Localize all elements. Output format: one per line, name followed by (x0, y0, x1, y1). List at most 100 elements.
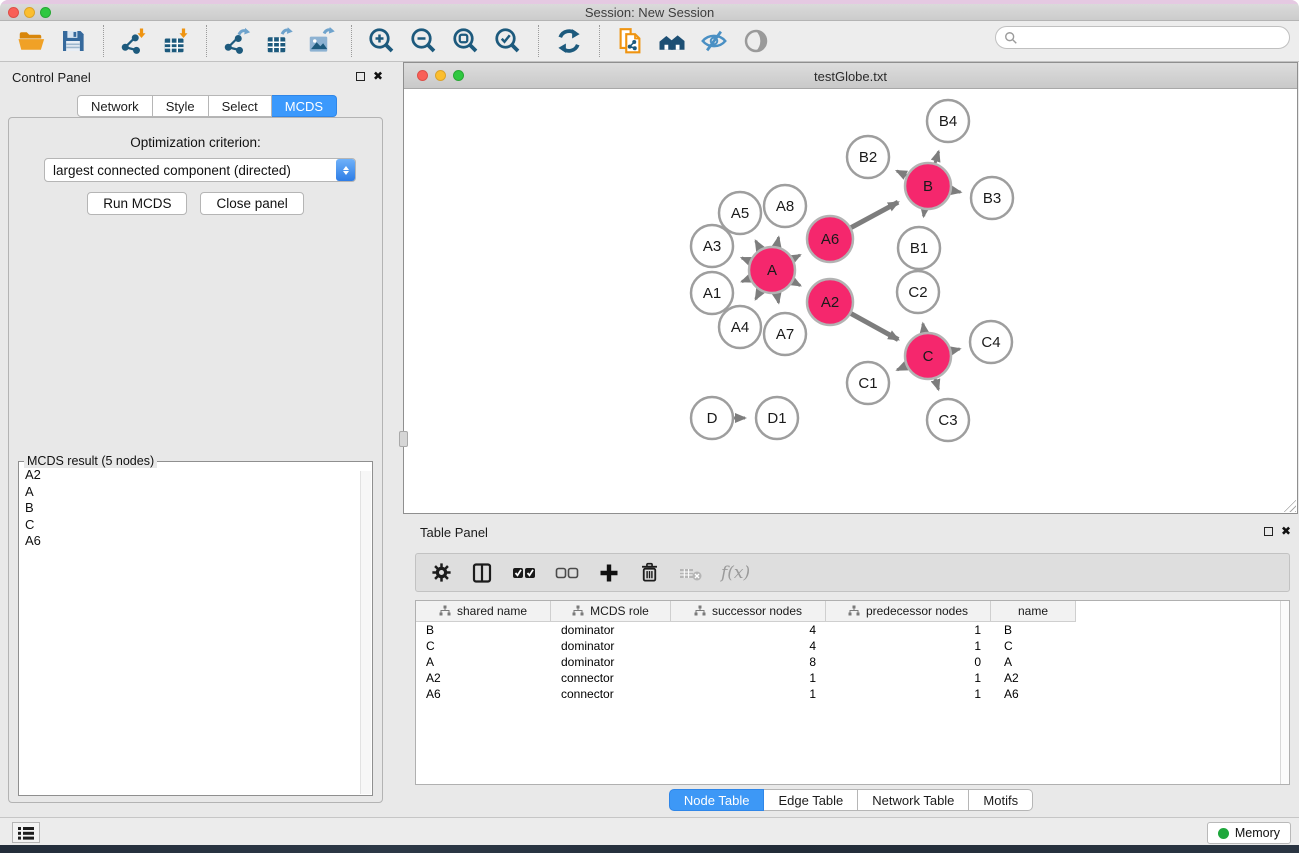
cell-predecessor-nodes[interactable]: 0 (826, 655, 991, 669)
graph-edge-C-C2[interactable] (923, 324, 924, 333)
cell-predecessor-nodes[interactable]: 1 (826, 639, 991, 653)
cell-predecessor-nodes[interactable]: 1 (826, 623, 991, 637)
tab-network-table[interactable]: Network Table (858, 789, 969, 811)
cell-mcds-role[interactable]: connector (551, 687, 671, 701)
float-panel-icon[interactable] (1264, 527, 1273, 536)
table-row[interactable]: B dominator 4 1 B (416, 622, 1289, 638)
export-network-button[interactable] (221, 25, 253, 57)
graph-edge-A-A7[interactable] (777, 294, 779, 303)
titlebar[interactable]: Session: New Session (0, 4, 1299, 21)
columns-icon[interactable] (470, 561, 494, 585)
graph-edge-C-C3[interactable] (935, 379, 938, 390)
cell-name[interactable]: A2 (991, 671, 1076, 685)
table-scrollbar[interactable] (1280, 601, 1289, 784)
node-table[interactable]: shared name MCDS role successor nodes pr… (415, 600, 1290, 785)
graph-edge-C-C4[interactable] (951, 349, 959, 351)
open-session-button[interactable] (15, 25, 47, 57)
network-graph[interactable]: AA1A2A3A4A5A6A7A8BB1B2B3B4CC1C2C3C4DD1 (404, 89, 1297, 514)
result-item[interactable]: A6 (25, 533, 366, 550)
cell-predecessor-nodes[interactable]: 1 (826, 671, 991, 685)
memory-button[interactable]: Memory (1207, 822, 1291, 844)
cell-shared-name[interactable]: C (416, 639, 551, 653)
result-item[interactable]: C (25, 517, 366, 534)
network-canvas[interactable]: AA1A2A3A4A5A6A7A8BB1B2B3B4CC1C2C3C4DD1 (404, 89, 1297, 513)
cell-successor-nodes[interactable]: 4 (671, 639, 826, 653)
zoom-out-button[interactable] (408, 25, 440, 57)
graph-edge-B-B1[interactable] (924, 210, 925, 217)
graph-edge-A-A3[interactable] (742, 258, 750, 261)
trash-icon[interactable] (638, 561, 661, 584)
search-input[interactable] (1023, 29, 1281, 46)
cell-name[interactable]: B (991, 623, 1076, 637)
cell-name[interactable]: C (991, 639, 1076, 653)
zoom-selected-button[interactable] (492, 25, 524, 57)
cell-mcds-role[interactable]: dominator (551, 655, 671, 669)
clone-network-button[interactable] (614, 25, 646, 57)
column-header-shared-name[interactable]: shared name (416, 601, 551, 622)
result-item[interactable]: A2 (25, 467, 366, 484)
table-row[interactable]: A dominator 8 0 A (416, 654, 1289, 670)
graph-edge-A-A8[interactable] (777, 237, 779, 246)
cell-mcds-role[interactable]: dominator (551, 623, 671, 637)
mcds-result-list[interactable]: A2 A B C A6 (19, 462, 372, 555)
column-header-mcds-role[interactable]: MCDS role (551, 601, 671, 622)
cell-mcds-role[interactable]: connector (551, 671, 671, 685)
close-panel-icon[interactable]: ✖ (373, 71, 383, 81)
result-item[interactable]: B (25, 500, 366, 517)
graph-edge-A-A2[interactable] (793, 282, 800, 286)
graph-edge-A-A4[interactable] (756, 291, 761, 299)
table-row[interactable]: A2 connector 1 1 A2 (416, 670, 1289, 686)
table-row[interactable]: A6 connector 1 1 A6 (416, 686, 1289, 702)
graph-edge-B-B3[interactable] (952, 190, 961, 192)
close-panel-icon[interactable]: ✖ (1281, 526, 1291, 536)
search-field[interactable] (995, 26, 1290, 49)
gear-icon[interactable] (430, 561, 453, 584)
task-history-button[interactable] (12, 822, 40, 843)
graph-edge-A6-B[interactable] (851, 202, 898, 227)
checked-boxes-icon[interactable] (511, 560, 537, 586)
cell-shared-name[interactable]: B (416, 623, 551, 637)
tab-network[interactable]: Network (77, 95, 153, 117)
close-panel-button[interactable]: Close panel (200, 192, 303, 215)
cell-successor-nodes[interactable]: 1 (671, 671, 826, 685)
graph-edge-B-B4[interactable] (935, 152, 939, 163)
cell-successor-nodes[interactable]: 4 (671, 623, 826, 637)
cell-mcds-role[interactable]: dominator (551, 639, 671, 653)
import-network-button[interactable] (118, 25, 150, 57)
cell-successor-nodes[interactable]: 8 (671, 655, 826, 669)
tab-style[interactable]: Style (153, 95, 209, 117)
show-all-button[interactable] (740, 25, 772, 57)
export-image-button[interactable] (305, 25, 337, 57)
graph-edge-B-B2[interactable] (897, 171, 907, 176)
graph-edge-A-A6[interactable] (793, 255, 800, 259)
column-header-predecessor-nodes[interactable]: predecessor nodes (826, 601, 991, 622)
column-header-name[interactable]: name (991, 601, 1076, 622)
cell-predecessor-nodes[interactable]: 1 (826, 687, 991, 701)
optimization-criterion-select[interactable]: largest connected component (directed) (44, 158, 356, 182)
cell-name[interactable]: A6 (991, 687, 1076, 701)
cell-shared-name[interactable]: A (416, 655, 551, 669)
tab-edge-table[interactable]: Edge Table (764, 789, 858, 811)
tab-node-table[interactable]: Node Table (669, 789, 765, 811)
export-table-button[interactable] (263, 25, 295, 57)
birds-eye-handle[interactable] (399, 431, 408, 447)
column-header-successor-nodes[interactable]: successor nodes (671, 601, 826, 622)
hide-selected-button[interactable] (698, 25, 730, 57)
network-window-titlebar[interactable]: testGlobe.txt (404, 63, 1297, 89)
cell-name[interactable]: A (991, 655, 1076, 669)
cell-successor-nodes[interactable]: 1 (671, 687, 826, 701)
import-table-button[interactable] (160, 25, 192, 57)
tab-motifs[interactable]: Motifs (969, 789, 1033, 811)
zoom-fit-button[interactable] (450, 25, 482, 57)
float-panel-icon[interactable] (356, 72, 365, 81)
graph-edge-C-C1[interactable] (897, 366, 906, 370)
run-mcds-button[interactable]: Run MCDS (87, 192, 187, 215)
apply-layout-button[interactable] (553, 25, 585, 57)
save-session-button[interactable] (57, 25, 89, 57)
result-item[interactable]: A (25, 484, 366, 501)
tab-mcds[interactable]: MCDS (272, 95, 337, 117)
table-row[interactable]: C dominator 4 1 C (416, 638, 1289, 654)
graph-edge-A-A5[interactable] (756, 241, 761, 249)
zoom-in-button[interactable] (366, 25, 398, 57)
cell-shared-name[interactable]: A6 (416, 687, 551, 701)
